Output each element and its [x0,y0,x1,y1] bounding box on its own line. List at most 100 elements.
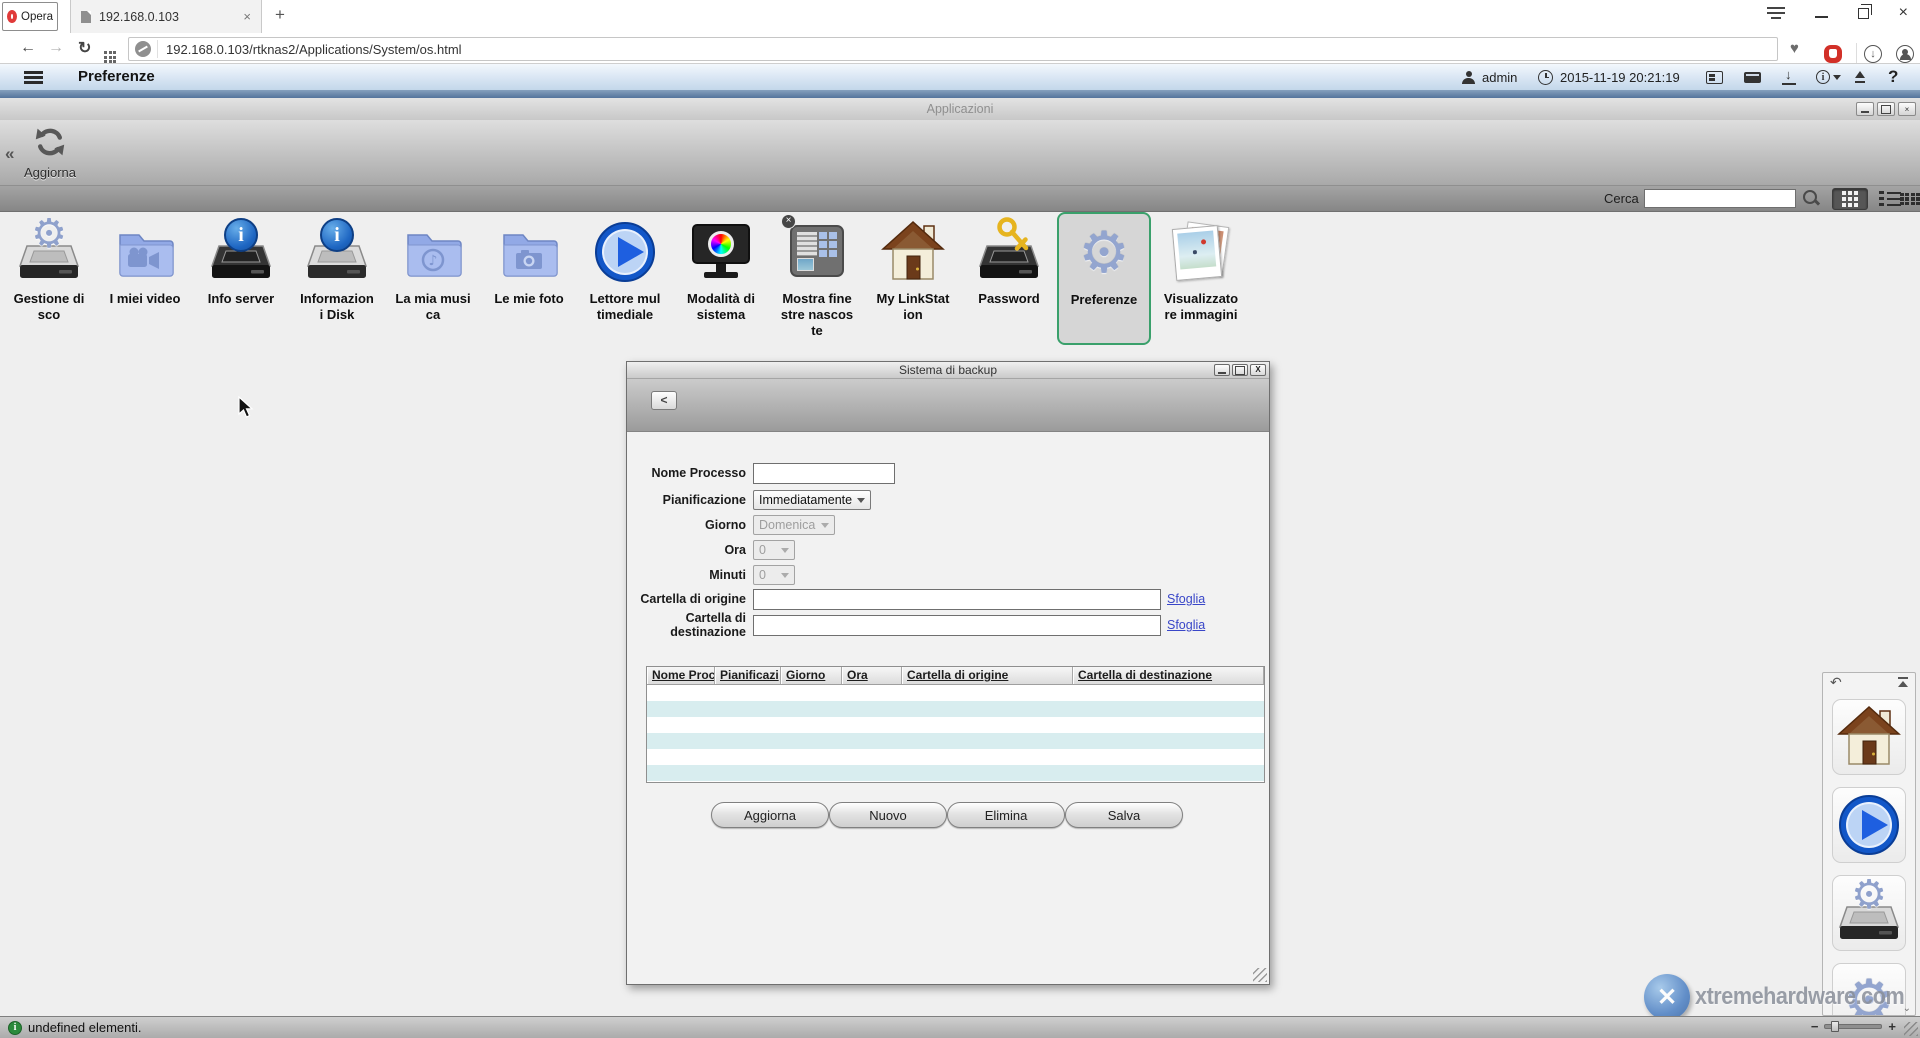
dialog-back-button[interactable]: < [651,391,677,410]
delete-button[interactable]: Elimina [947,802,1065,828]
eject-icon[interactable] [1854,71,1866,83]
source-browse-link[interactable]: Sfoglia [1167,592,1205,606]
browser-tab[interactable]: 192.168.0.103 × [70,0,262,33]
dock-collapse-icon[interactable] [1898,677,1908,688]
app-item[interactable]: Visualizzato re immagini [1153,216,1249,323]
forward-icon[interactable]: → [48,33,64,63]
datetime: 2015-11-19 20:21:19 [1560,64,1680,90]
table-row[interactable] [647,733,1264,749]
table-header-cell[interactable]: Nome Proc [647,667,715,684]
table-header-cell[interactable]: Pianificazi [715,667,781,684]
app-item[interactable]: My LinkStat ion [865,216,961,323]
schedule-select[interactable]: Immediatamente [753,490,871,510]
browser-address-bar: ← → ↻ 192.168.0.103/rtknas2/Applications… [0,33,1920,64]
disk-gear-icon: ⚙ [1837,881,1901,945]
table-header-cell[interactable]: Ora [842,667,902,684]
monitor-color-icon [689,220,753,284]
dest-folder-input[interactable] [753,615,1161,636]
app-item[interactable]: ⚙Preferenze [1057,212,1151,345]
dock-item[interactable] [1832,787,1906,863]
day-select[interactable]: Domenica [753,515,835,535]
zoom-slider-handle[interactable] [1831,1021,1839,1032]
app-item[interactable]: Lettore mul timediale [577,216,673,323]
watermark-text: xtremehardware.com [1695,983,1904,1011]
app-item[interactable]: iInfo server [193,216,289,307]
tab-title: 192.168.0.103 [99,10,235,24]
new-button[interactable]: Nuovo [829,802,947,828]
remote-screen-icon[interactable] [1706,71,1723,84]
app-label: Lettore mul timediale [577,291,673,323]
help-icon[interactable]: ? [1888,64,1898,90]
window-restore-button[interactable] [1858,8,1869,19]
close-badge-icon[interactable]: × [781,214,796,229]
opera-menu-label: Opera [21,11,53,23]
window-minimize-button[interactable] [1815,16,1828,18]
minutes-select[interactable]: 0 [753,565,795,585]
table-header-row: Nome ProcPianificaziGiornoOraCartella di… [647,667,1264,685]
statusbar-resize-grip[interactable] [1904,1022,1918,1036]
app-item[interactable]: ×Mostra fine stre nascos te [769,216,865,339]
app-item[interactable]: Le mie foto [481,216,577,307]
app-item[interactable]: Password [961,216,1057,307]
download-icon[interactable] [1782,70,1796,85]
user-name: admin [1482,64,1517,90]
dialog-title: Sistema di backup [627,362,1269,379]
folder-video-icon [113,220,177,284]
bookmark-heart-icon[interactable]: ♥ [1790,33,1799,63]
process-name-input[interactable] [753,463,895,484]
dock-item[interactable] [1832,699,1906,775]
dialog-close-button[interactable]: X [1250,364,1266,376]
tab-close-icon[interactable]: × [243,9,251,24]
table-row[interactable] [647,701,1264,717]
refresh-button[interactable]: Aggiorna [711,802,829,828]
zoom-in-icon[interactable]: + [1888,1019,1896,1034]
opera-menu-button[interactable]: Opera [2,2,58,31]
new-tab-button[interactable]: + [275,5,285,25]
back-icon[interactable]: ← [20,33,36,63]
menu-hamburger-icon[interactable] [24,71,43,84]
app-label: La mia musi ca [385,291,481,323]
dialog-maximize-button[interactable] [1232,364,1248,376]
dialog-toolbar: < [627,379,1269,432]
table-row[interactable] [647,717,1264,733]
page-title: Preferenze [78,68,155,85]
app-item[interactable]: Modalità di sistema [673,216,769,323]
dock-item[interactable]: ⚙ [1832,875,1906,951]
table-row[interactable] [647,685,1264,701]
app-item[interactable]: ♪La mia musi ca [385,216,481,323]
app-label: Info server [193,291,289,307]
play-icon [1837,793,1901,857]
app-label: Modalità di sistema [673,291,769,323]
zoom-out-icon[interactable]: − [1811,1019,1819,1034]
info-icon[interactable]: i [1816,70,1830,84]
reload-icon[interactable]: ↻ [78,33,91,63]
source-folder-input[interactable] [753,589,1161,610]
chevron-down-icon [821,523,829,528]
status-info-icon: i [8,1021,22,1035]
app-item[interactable]: ⚙Gestione di sco [1,216,97,323]
browser-customize-icon[interactable] [1767,7,1785,19]
quick-launch-dock: ↶ ⚙⚙ ⌄ [1822,672,1916,1016]
dialog-resize-grip[interactable] [1253,968,1267,982]
url-field[interactable]: 192.168.0.103/rtknas2/Applications/Syste… [128,37,1778,61]
zoom-slider[interactable] [1824,1024,1882,1029]
hour-select[interactable]: 0 [753,540,795,560]
dest-browse-link[interactable]: Sfoglia [1167,618,1205,632]
house-icon [1837,705,1901,769]
table-header-cell[interactable]: Cartella di destinazione [1073,667,1264,684]
dock-undo-icon[interactable]: ↶ [1830,674,1842,691]
table-row[interactable] [647,749,1264,765]
table-header-cell[interactable]: Giorno [781,667,842,684]
save-button[interactable]: Salva [1065,802,1183,828]
table-header-cell[interactable]: Cartella di origine [902,667,1073,684]
house-icon [881,220,945,284]
app-item[interactable]: I miei video [97,216,193,307]
table-row[interactable] [647,765,1264,781]
device-icon[interactable] [1744,72,1761,83]
app-label: Visualizzato re immagini [1153,291,1249,323]
dialog-minimize-button[interactable] [1214,364,1230,376]
backup-jobs-table: Nome ProcPianificaziGiornoOraCartella di… [646,666,1265,783]
window-close-button[interactable]: × [1899,6,1908,20]
page-security-icon[interactable] [135,41,151,57]
app-item[interactable]: iInformazion i Disk [289,216,385,323]
